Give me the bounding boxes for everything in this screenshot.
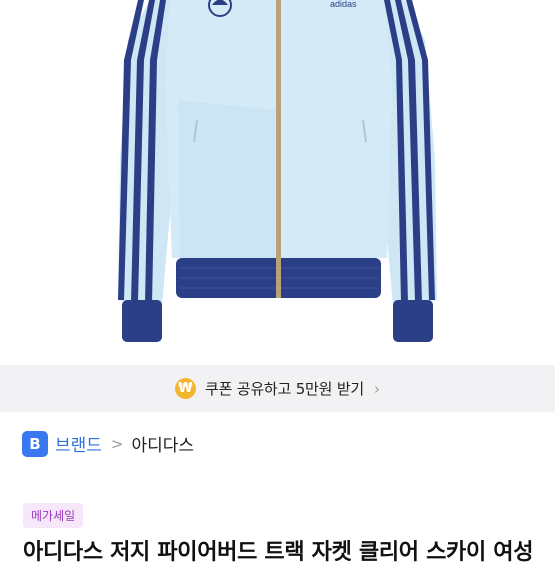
coupon-banner[interactable]: ₩ 쿠폰 공유하고 5만원 받기 › <box>0 365 555 412</box>
product-image[interactable]: adidas <box>0 0 555 365</box>
brand-badge-icon: B <box>22 430 48 457</box>
breadcrumb-brand-link[interactable]: 브랜드 <box>55 431 102 456</box>
jacket-illustration: adidas <box>118 0 437 342</box>
product-title: 아디다스 저지 파이어버드 트랙 자켓 클리어 스카이 여성 <box>23 540 534 565</box>
adidas-logo: adidas <box>330 0 357 9</box>
sale-tag: 메가세일 <box>23 503 84 528</box>
won-coin-icon: ₩ <box>174 378 196 399</box>
breadcrumb-brand-name[interactable]: 아디다스 <box>132 431 195 456</box>
coupon-text: 쿠폰 공유하고 5만원 받기 <box>204 380 365 398</box>
chevron-right-icon: › <box>374 379 381 398</box>
breadcrumb: B 브랜드 > 아디다스 <box>22 430 194 457</box>
breadcrumb-separator-icon: > <box>110 434 124 453</box>
